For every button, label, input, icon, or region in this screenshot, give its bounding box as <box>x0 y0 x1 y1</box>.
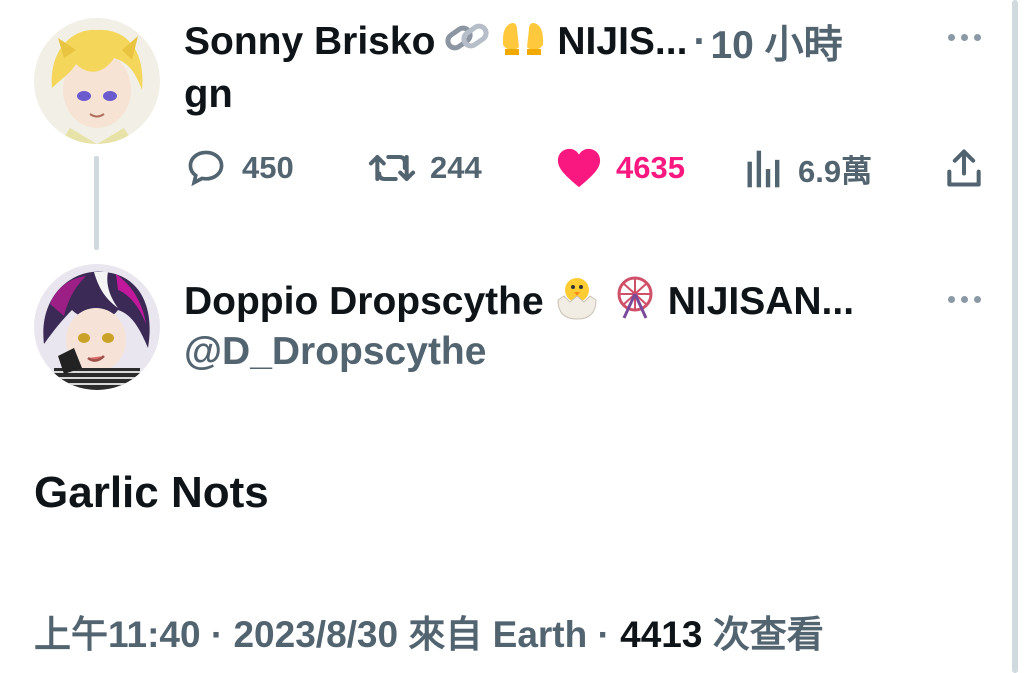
reply-name-suffix: NIJIS... <box>557 20 688 63</box>
share-button[interactable] <box>942 146 986 190</box>
hatching-chick-emoji-icon <box>552 274 602 330</box>
meta-separator: · <box>200 614 234 655</box>
user-handle[interactable]: @D_Dropscythe <box>184 330 486 374</box>
link-emoji-icon <box>443 17 491 67</box>
more-options-icon[interactable] <box>948 34 981 41</box>
retweet-count: 244 <box>430 150 482 185</box>
tweet-metadata: 上午11:40 · 2023/8/30 來自 Earth · 4413 次查看 <box>34 604 824 658</box>
reply-tweet-text: gn <box>184 72 233 116</box>
meta-separator: · <box>587 614 621 655</box>
tweet-date[interactable]: 2023/8/30 <box>233 614 398 655</box>
scrollbar[interactable] <box>1012 0 1018 673</box>
view-count: 6.9萬 <box>798 154 873 189</box>
views-button[interactable]: 6.9萬 <box>744 146 872 191</box>
more-options-icon[interactable] <box>948 296 981 303</box>
tweet-source: 來自 Earth <box>398 614 588 655</box>
header-separator: · <box>693 20 707 63</box>
like-count: 4635 <box>616 150 685 185</box>
quoted-display-name[interactable]: Doppio Dropscythe <box>184 280 544 324</box>
tweet-text: Garlic Nots <box>34 468 269 517</box>
share-icon <box>947 149 981 187</box>
quoted-tweet-header: Doppio Dropscythe NIJISAN... <box>184 274 854 330</box>
views-chart-icon <box>747 150 780 187</box>
view-count-total[interactable]: 4413 <box>620 614 702 655</box>
reply-button[interactable]: 450 <box>184 146 294 190</box>
retweet-button[interactable]: 244 <box>368 146 482 190</box>
reply-tweet-header: Sonny Brisko NIJIS... · 10 小時 <box>184 14 843 70</box>
ferris-wheel-emoji-icon <box>610 274 660 330</box>
reply-action-bar: 450 244 4635 6.9萬 <box>184 140 984 196</box>
retweet-icon <box>368 154 416 182</box>
comment-icon <box>188 150 224 187</box>
reply-time-ago[interactable]: 10 小時 <box>710 14 842 70</box>
quoted-name-suffix: NIJISAN... <box>667 280 855 323</box>
raising-hands-emoji-icon <box>499 17 547 67</box>
like-button[interactable]: 4635 <box>556 146 685 190</box>
reply-display-name[interactable]: Sonny Brisko <box>184 20 435 64</box>
avatar-doppio-dropscythe[interactable] <box>34 264 160 390</box>
avatar-sonny-brisko[interactable] <box>34 18 160 144</box>
reply-count: 450 <box>242 150 294 185</box>
tweet-time[interactable]: 上午11:40 <box>34 614 201 655</box>
views-label: 次查看 <box>702 614 824 655</box>
thread-connector-line <box>94 156 99 250</box>
heart-filled-icon <box>557 148 601 188</box>
